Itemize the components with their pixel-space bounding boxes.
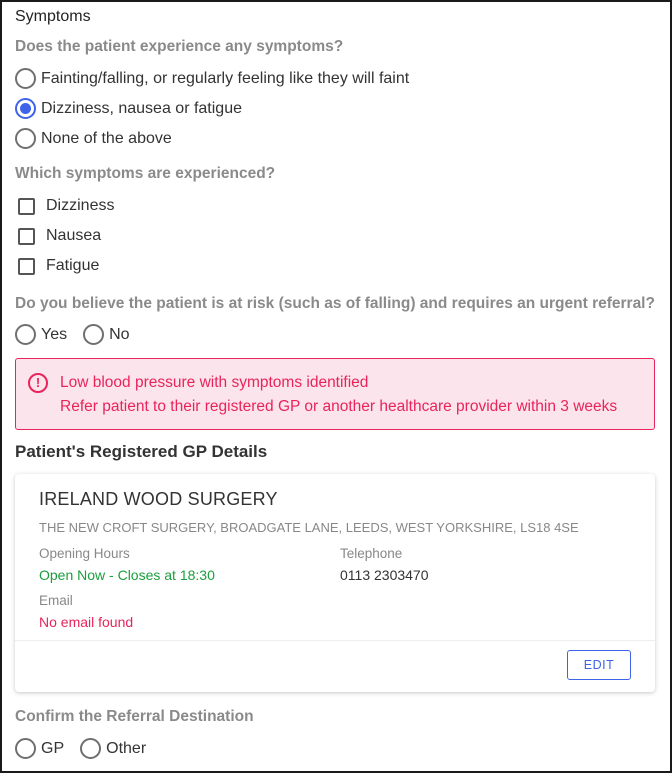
telephone-value: 0113 2303470	[340, 567, 429, 583]
gp-details-card: IRELAND WOOD SURGERY THE NEW CROFT SURGE…	[15, 474, 655, 692]
question-symptoms: Does the patient experience any symptoms…	[15, 38, 344, 55]
checkbox-fatigue[interactable]: Fatigue	[18, 257, 99, 275]
radio-icon[interactable]	[83, 324, 105, 345]
opening-hours-label: Opening Hours	[39, 546, 130, 561]
radio-option-none[interactable]: None of the above	[15, 128, 172, 149]
checkbox-icon[interactable]	[18, 227, 35, 245]
checkbox-dizziness[interactable]: Dizziness	[18, 197, 114, 215]
gp-details-heading: Patient's Registered GP Details	[15, 442, 268, 461]
alert-message: Refer patient to their registered GP or …	[60, 398, 618, 415]
radio-option-dizziness[interactable]: Dizziness, nausea or fatigue	[15, 98, 242, 119]
telephone-label: Telephone	[340, 546, 403, 561]
radio-option-no[interactable]: No	[83, 324, 130, 345]
alert-exclamation-icon: !	[28, 373, 48, 393]
section-title: Symptoms	[15, 8, 91, 25]
edit-button[interactable]: EDIT	[567, 650, 631, 680]
radio-option-other[interactable]: Other	[80, 738, 146, 759]
radio-label: Dizziness, nausea or fatigue	[41, 99, 242, 117]
radio-option-fainting[interactable]: Fainting/falling, or regularly feeling l…	[15, 68, 409, 89]
checkbox-label: Dizziness	[46, 197, 115, 214]
radio-label: None of the above	[41, 129, 172, 147]
email-label: Email	[39, 593, 73, 608]
question-referral-destination: Confirm the Referral Destination	[15, 708, 254, 725]
radio-option-gp[interactable]: GP	[15, 738, 64, 759]
destination-options: GP Other	[15, 738, 162, 759]
checkbox-icon[interactable]	[18, 197, 35, 215]
card-divider	[15, 640, 655, 641]
radio-icon[interactable]	[15, 324, 36, 345]
email-value: No email found	[39, 614, 134, 630]
risk-options: Yes No	[15, 324, 146, 345]
radio-icon[interactable]	[15, 68, 36, 89]
radio-option-yes[interactable]: Yes	[15, 324, 67, 345]
radio-label: GP	[41, 739, 65, 757]
checkbox-label: Nausea	[46, 227, 102, 244]
radio-label: Fainting/falling, or regularly feeling l…	[41, 69, 410, 87]
surgery-address: THE NEW CROFT SURGERY, BROADGATE LANE, L…	[39, 520, 579, 535]
checkbox-icon[interactable]	[18, 257, 35, 275]
warning-alert: ! Low blood pressure with symptoms ident…	[15, 358, 655, 430]
surgery-name: IRELAND WOOD SURGERY	[39, 489, 278, 509]
opening-hours-value: Open Now - Closes at 18:30	[39, 567, 215, 583]
question-risk: Do you believe the patient is at risk (s…	[15, 295, 655, 312]
question-which-symptoms: Which symptoms are experienced?	[15, 165, 276, 182]
checkbox-nausea[interactable]: Nausea	[18, 227, 101, 245]
radio-checked-icon[interactable]	[15, 98, 36, 119]
radio-icon[interactable]	[15, 128, 36, 149]
checkbox-label: Fatigue	[46, 257, 100, 274]
radio-label: Other	[106, 739, 147, 757]
radio-label: No	[109, 325, 130, 343]
radio-icon[interactable]	[15, 738, 36, 759]
alert-title: Low blood pressure with symptoms identif…	[60, 374, 369, 391]
radio-label: Yes	[41, 325, 68, 343]
radio-icon[interactable]	[80, 738, 102, 759]
